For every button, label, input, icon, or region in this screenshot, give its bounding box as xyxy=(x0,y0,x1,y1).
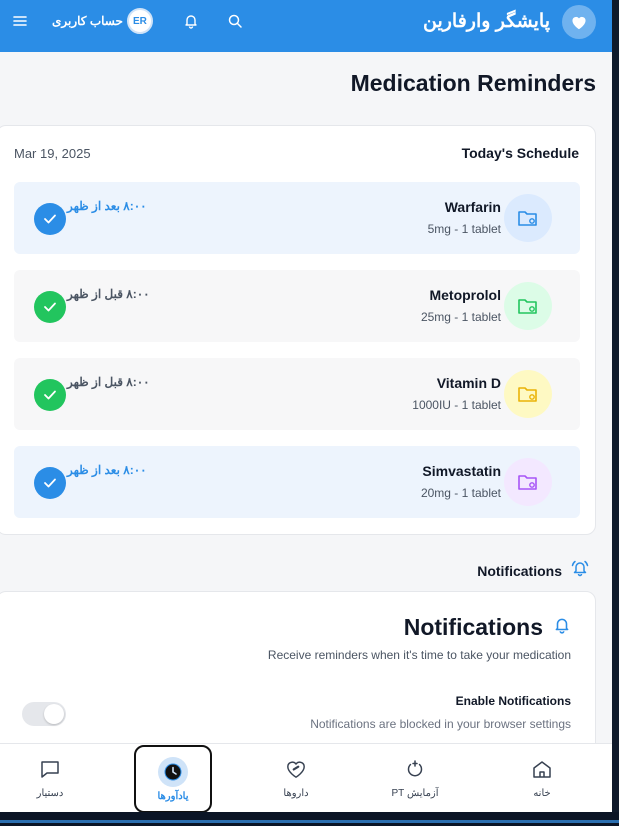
home-icon xyxy=(531,759,553,784)
nav-label: داروها xyxy=(283,787,309,799)
nav-label: خانه xyxy=(533,787,551,799)
medication-name: Simvastatin xyxy=(422,463,501,479)
notifications-section-label: Notifications xyxy=(477,562,562,579)
bell-icon[interactable] xyxy=(181,11,201,31)
test-icon xyxy=(405,759,425,784)
medication-name: Warfarin xyxy=(444,199,501,215)
nav-label: آزمایش PT xyxy=(391,787,439,799)
notifications-card-header: Notifications xyxy=(404,614,571,641)
folder-gear-icon xyxy=(504,458,552,506)
bell-ring-icon xyxy=(570,559,590,582)
enable-notifications-hint: Notifications are blocked in your browse… xyxy=(310,717,571,731)
bell-icon xyxy=(553,616,571,639)
nav-pt-test[interactable]: آزمایش PT xyxy=(376,744,454,812)
account-label: حساب کاربری xyxy=(52,14,123,28)
top-bar: حساب کاربری ER پایشگر وارفارین xyxy=(0,0,612,52)
medication-name: Metoprolol xyxy=(429,287,501,303)
medication-dose: 25mg - 1 tablet xyxy=(420,310,501,324)
schedule-card: Mar 19, 2025 Today's Schedule Warfarin 5… xyxy=(0,125,596,535)
taken-check-icon[interactable] xyxy=(34,467,66,499)
clock-icon xyxy=(158,756,188,787)
nav-home[interactable]: خانه xyxy=(503,744,581,812)
nav-reminders[interactable]: یادآورها xyxy=(134,745,212,812)
medication-item-metoprolol[interactable]: Metoprolol 25mg - 1 tablet ۸:۰۰ قبل از ظ… xyxy=(14,270,580,342)
notifications-section-header: Notifications xyxy=(477,559,590,582)
folder-gear-icon xyxy=(504,282,552,330)
nav-assistant[interactable]: دستیار xyxy=(11,744,89,812)
taskbar-strip xyxy=(0,812,619,826)
enable-notifications-toggle[interactable] xyxy=(22,702,66,726)
medication-dose: 5mg - 1 tablet xyxy=(427,222,501,236)
search-icon[interactable] xyxy=(225,11,245,31)
medication-item-simvastatin[interactable]: Simvastatin 20mg - 1 tablet ۸:۰۰ بعد از … xyxy=(14,446,580,518)
medication-item-warfarin[interactable]: Warfarin 5mg - 1 tablet ۸:۰۰ بعد از ظهر xyxy=(14,182,580,254)
taken-check-icon[interactable] xyxy=(34,203,66,235)
chat-icon xyxy=(39,759,61,784)
medication-time: ۸:۰۰ قبل از ظهر xyxy=(67,287,150,301)
nav-medications[interactable]: داروها xyxy=(257,744,335,812)
heart-pill-icon xyxy=(285,759,307,784)
heart-logo-icon[interactable] xyxy=(562,5,596,39)
schedule-date: Mar 19, 2025 xyxy=(14,146,91,161)
medication-name: Vitamin D xyxy=(436,375,501,391)
bottom-nav: دستیار یادآورها داروها آزمایش PT خانه xyxy=(0,743,612,812)
account-button[interactable]: حساب کاربری ER xyxy=(52,8,153,34)
medication-time: ۸:۰۰ قبل از ظهر xyxy=(67,375,150,389)
schedule-title: Today's Schedule xyxy=(461,145,579,161)
notifications-title: Notifications xyxy=(403,614,543,640)
enable-notifications-label: Enable Notifications xyxy=(455,694,571,708)
brand-title: پایشگر وارفارین xyxy=(423,11,550,32)
medication-item-vitamin-d[interactable]: Vitamin D 1000IU - 1 tablet ۸:۰۰ قبل از … xyxy=(14,358,580,430)
notifications-description: Receive reminders when it's time to take… xyxy=(267,648,571,662)
nav-label: یادآورها xyxy=(157,790,189,802)
menu-icon[interactable] xyxy=(10,11,30,31)
medication-dose: 1000IU - 1 tablet xyxy=(412,398,501,412)
app-window: حساب کاربری ER پایشگر وارفارین Medicatio… xyxy=(0,0,612,812)
page-title: Medication Reminders xyxy=(350,70,596,96)
medication-time: ۸:۰۰ بعد از ظهر xyxy=(67,463,147,477)
taken-check-icon[interactable] xyxy=(34,379,66,411)
folder-gear-icon xyxy=(504,194,552,242)
window-edge xyxy=(612,0,619,812)
nav-label: دستیار xyxy=(36,787,64,799)
medication-dose: 20mg - 1 tablet xyxy=(420,486,501,500)
folder-gear-icon xyxy=(504,370,552,418)
taken-check-icon[interactable] xyxy=(34,291,66,323)
avatar: ER xyxy=(126,8,153,34)
medication-time: ۸:۰۰ بعد از ظهر xyxy=(67,199,147,213)
